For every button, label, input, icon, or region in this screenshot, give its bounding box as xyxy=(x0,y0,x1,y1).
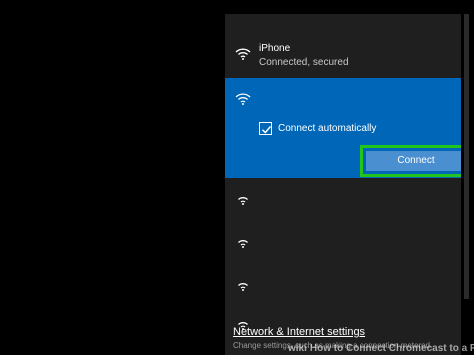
checkmark-icon xyxy=(261,126,272,134)
watermark-title: How to Connect Chromecast to a PC xyxy=(309,343,474,354)
network-flyout: iPhone Connected, secured Connect automa… xyxy=(225,14,461,355)
watermark: wiki How to Connect Chromecast to a PC xyxy=(288,343,474,355)
wifi-icon xyxy=(234,46,252,60)
wifi-icon xyxy=(234,277,252,291)
network-item[interactable] xyxy=(225,178,461,218)
network-status: Connected, secured xyxy=(259,57,349,68)
wifi-icon xyxy=(234,234,252,248)
screen: iPhone Connected, secured Connect automa… xyxy=(0,0,474,355)
network-item-selected[interactable]: Connect automatically Connect xyxy=(225,78,461,178)
scrollbar-thumb[interactable] xyxy=(464,14,469,299)
network-item[interactable] xyxy=(225,264,461,304)
connect-automatically-label: Connect automatically xyxy=(278,123,377,134)
connect-automatically-checkbox[interactable] xyxy=(259,122,272,135)
connect-button-highlight: Connect xyxy=(360,145,461,177)
network-item-connected[interactable]: iPhone Connected, secured xyxy=(225,28,461,78)
network-item[interactable] xyxy=(225,221,461,261)
network-name: iPhone xyxy=(259,43,291,54)
wifi-icon xyxy=(234,91,252,105)
scrollbar[interactable] xyxy=(461,14,474,355)
network-settings-link[interactable]: Network & Internet settings xyxy=(233,326,365,338)
wifi-icon xyxy=(234,191,252,205)
watermark-brand: wiki xyxy=(288,343,307,354)
connect-button[interactable]: Connect xyxy=(366,151,461,171)
